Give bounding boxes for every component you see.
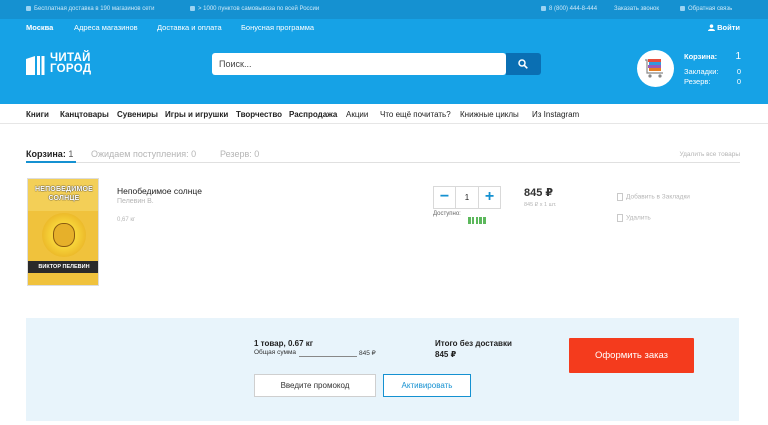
truck-icon: [26, 6, 31, 11]
grand-total-label: Итого без доставки: [435, 339, 512, 348]
cart-icon[interactable]: [637, 50, 674, 87]
activate-promo-button[interactable]: Активировать: [383, 374, 471, 397]
quantity-value[interactable]: 1: [456, 187, 478, 208]
item-title[interactable]: Непобедимое солнце: [117, 186, 202, 196]
item-price-each: 845 ₽ x 1 шт.: [524, 202, 557, 208]
category-nav: Книги Канцтовары Сувениры Игры и игрушки…: [0, 104, 768, 124]
add-to-bookmarks-button[interactable]: Добавить в Закладки: [617, 193, 690, 201]
item-weight: 0,67 кг: [117, 217, 136, 223]
category-stationery[interactable]: Канцтовары: [60, 110, 109, 119]
nav-link-bonus[interactable]: Бонусная программа: [241, 23, 314, 32]
phone-icon: [541, 6, 546, 11]
category-sale[interactable]: Распродажа: [289, 110, 337, 119]
phone-number[interactable]: 8 (800) 444-8-444: [541, 6, 597, 12]
grand-total-value: 845 ₽: [435, 350, 457, 359]
pickup-info: > 1000 пунктов самовывоза по всей России: [190, 6, 319, 12]
category-books[interactable]: Книги: [26, 110, 49, 119]
item-price: 845 ₽: [524, 187, 554, 199]
user-icon: [708, 24, 716, 31]
nav-link-stores[interactable]: Адреса магазинов: [74, 23, 138, 32]
summary-total-label: Общая сумма: [254, 349, 297, 356]
promo-code-input[interactable]: [254, 374, 376, 397]
quantity-stepper: − 1 +: [433, 186, 501, 209]
availability-indicator: [468, 211, 487, 224]
active-tab-indicator: [26, 161, 76, 163]
location-pin-icon: [190, 6, 195, 11]
login-button[interactable]: Войти: [708, 23, 740, 32]
category-instagram[interactable]: Из Instagram: [532, 110, 579, 119]
availability-bar: [475, 217, 479, 224]
book-cover-title: НЕПОБЕДИМОЕ СОЛНЦЕ: [34, 186, 94, 202]
summary-item-count: 1 товар, 0.67 кг: [254, 339, 314, 348]
quantity-increase-button[interactable]: +: [478, 187, 500, 208]
cart-summary[interactable]: Корзина: 1 Закладки: 0 Резерв: 0: [684, 51, 744, 87]
category-what-to-read[interactable]: Что ещё почитать?: [380, 110, 451, 119]
book-logo-icon: [26, 56, 45, 75]
bookmark-icon: [617, 193, 623, 201]
nav-link-delivery[interactable]: Доставка и оплата: [157, 23, 222, 32]
search-button[interactable]: [506, 53, 541, 75]
summary-leader-line: [299, 356, 357, 357]
delete-item-button[interactable]: Удалить: [617, 214, 651, 222]
book-cover-face: [53, 223, 75, 247]
feedback-link[interactable]: Обратная связь: [680, 6, 732, 12]
cart-with-books-icon: [645, 59, 663, 78]
callback-link[interactable]: Заказать звонок: [614, 6, 659, 12]
category-souvenirs[interactable]: Сувениры: [117, 110, 158, 119]
cart-tabs: Корзина: 1 Ожидаем поступления: 0 Резерв…: [26, 147, 740, 163]
search-icon: [518, 59, 528, 69]
availability-bar: [471, 217, 475, 224]
availability-label: Доступно:: [433, 211, 461, 217]
checkout-button[interactable]: Оформить заказ: [569, 338, 694, 373]
trash-icon: [617, 214, 623, 222]
category-games-toys[interactable]: Игры и игрушки: [165, 110, 228, 119]
book-cover-author: ВИКТОР ПЕЛЕВИН: [28, 261, 98, 273]
top-utility-bar: Бесплатная доставка в 190 магазинов сети…: [0, 0, 768, 19]
category-book-series[interactable]: Книжные циклы: [460, 110, 519, 119]
availability-bar: [483, 217, 486, 224]
quantity-decrease-button[interactable]: −: [434, 187, 456, 208]
header: ЧИТАЙ ГОРОД Корзина:1 Закладки:0 Резерв:…: [0, 37, 768, 104]
logo-text: ЧИТАЙ ГОРОД: [50, 52, 92, 75]
delivery-info: Бесплатная доставка в 190 магазинов сети: [26, 6, 155, 12]
book-cover[interactable]: НЕПОБЕДИМОЕ СОЛНЦЕ ВИКТОР ПЕЛЕВИН: [27, 178, 99, 286]
main-navbar: Москва Адреса магазинов Доставка и оплат…: [0, 19, 768, 37]
availability-bar: [479, 217, 482, 224]
tab-reserve[interactable]: Резерв: 0: [220, 149, 259, 159]
category-promotions[interactable]: Акции: [346, 110, 368, 119]
logo[interactable]: ЧИТАЙ ГОРОД: [26, 52, 122, 79]
category-creativity[interactable]: Творчество: [236, 110, 282, 119]
city-selector[interactable]: Москва: [26, 23, 53, 32]
summary-total-value: 845 ₽: [359, 350, 376, 357]
availability-bar: [468, 217, 471, 224]
tab-cart[interactable]: Корзина: 1: [26, 149, 73, 159]
remove-all-link[interactable]: Удалить все товары: [680, 151, 740, 158]
chat-icon: [680, 6, 685, 11]
tab-waiting[interactable]: Ожидаем поступления: 0: [91, 149, 196, 159]
search-input[interactable]: [212, 53, 506, 75]
item-author[interactable]: Пелевин В.: [117, 198, 154, 205]
cart-count: 1: [735, 51, 741, 62]
